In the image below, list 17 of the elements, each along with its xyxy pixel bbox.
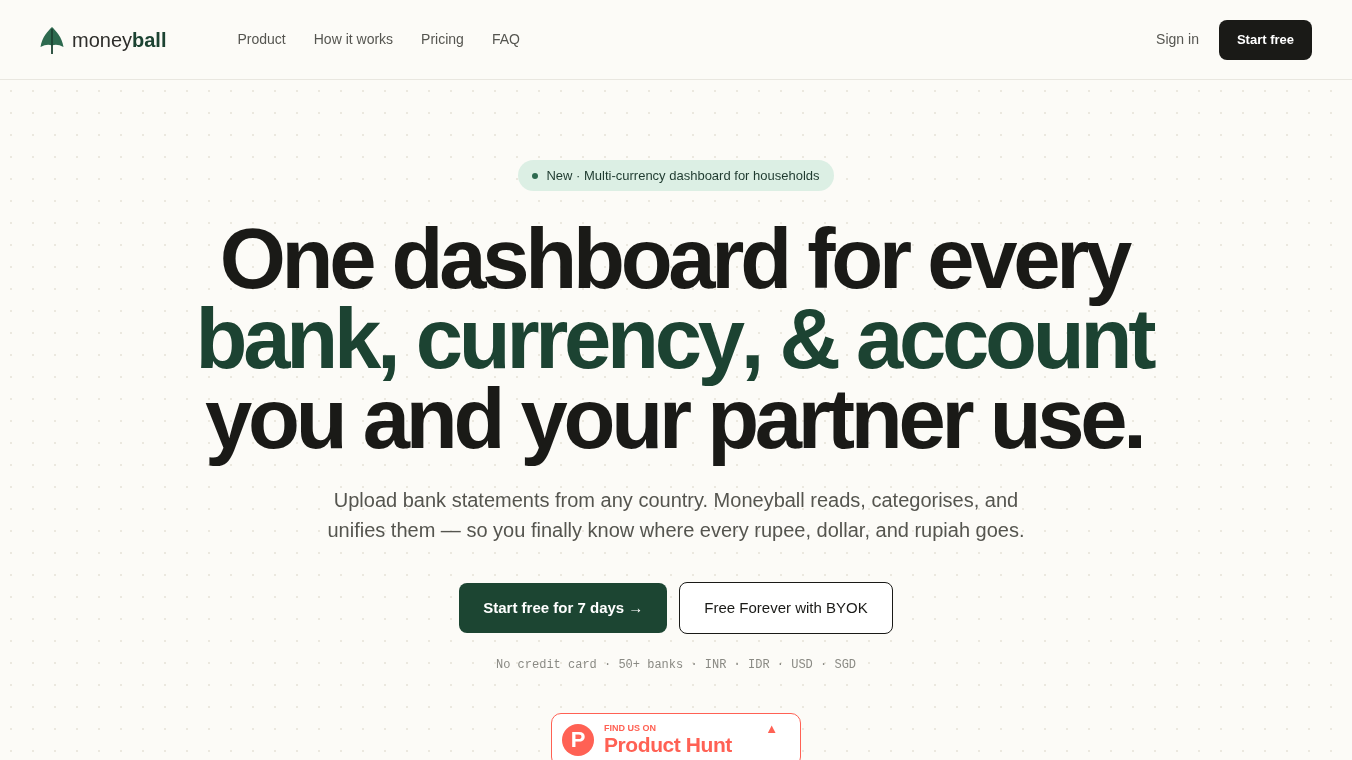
footnote-text: No credit card · 50+ banks · INR · IDR · USD · SGD [495,657,857,673]
nav-link[interactable]: Pricing [421,29,464,50]
hero-subtitle: Upload bank statements from any country. Moneyball reads, categorises, and unifies them — so you finally know where every rupee, dollar, and rupiah goes. [326,488,1026,543]
logo-mark: P [562,724,594,756]
nav-link[interactable]: How it works [313,29,394,50]
badge-eyebrow: FIND US ON [604,723,657,733]
free-plan-button[interactable]: Free Forever with BYOK [679,582,893,634]
badge-title: Product Hunt [604,733,732,757]
start-trial-button[interactable]: Start free for 7 days → [459,583,668,633]
leaf-logo-icon [40,25,64,54]
start-free-button[interactable]: Start free [1218,19,1312,60]
sign-in-link[interactable]: Sign in [1156,29,1199,50]
upvote-arrow: ▲ [765,722,778,736]
nav-link[interactable]: FAQ [491,29,520,50]
announcement-text: New · Multi-currency dashboard for households [546,166,820,185]
nav-link[interactable]: Product [237,29,286,50]
logo-link[interactable]: moneyball [40,24,167,55]
